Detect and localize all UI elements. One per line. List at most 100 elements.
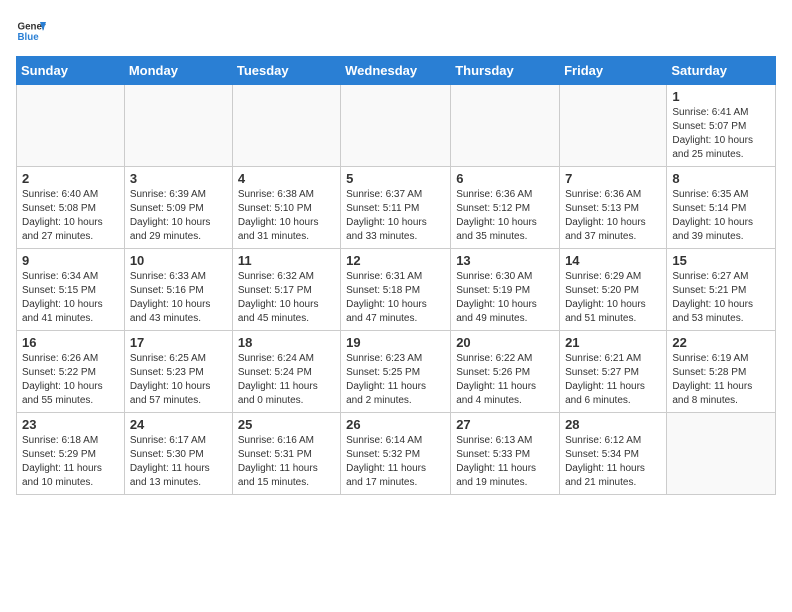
day-info: Sunrise: 6:34 AM Sunset: 5:15 PM Dayligh… [22, 270, 119, 326]
day-number: 19 [346, 335, 445, 350]
weekday-header-monday: Monday [124, 57, 232, 85]
day-cell: 19 Sunrise: 6:23 AM Sunset: 5:25 PM Dayli… [341, 331, 451, 413]
day-number: 15 [672, 253, 770, 268]
weekday-header-friday: Friday [560, 57, 667, 85]
day-number: 18 [238, 335, 335, 350]
day-cell: 14 Sunrise: 6:29 AM Sunset: 5:20 PM Dayli… [560, 249, 667, 331]
weekday-header-thursday: Thursday [451, 57, 560, 85]
weekday-header-sunday: Sunday [17, 57, 125, 85]
day-number: 8 [672, 171, 770, 186]
weekday-header-tuesday: Tuesday [232, 57, 340, 85]
day-info: Sunrise: 6:25 AM Sunset: 5:23 PM Dayligh… [130, 352, 227, 408]
day-number: 25 [238, 417, 335, 432]
day-number: 24 [130, 417, 227, 432]
day-info: Sunrise: 6:29 AM Sunset: 5:20 PM Dayligh… [565, 270, 661, 326]
week-row-3: 9 Sunrise: 6:34 AM Sunset: 5:15 PM Daylig… [17, 249, 776, 331]
day-info: Sunrise: 6:12 AM Sunset: 5:34 PM Dayligh… [565, 434, 661, 490]
weekday-header-row: SundayMondayTuesdayWednesdayThursdayFrid… [17, 57, 776, 85]
week-row-2: 2Sunrise: 6:40 AM Sunset: 5:08 PM Daylig… [17, 167, 776, 249]
day-number: 22 [672, 335, 770, 350]
day-cell: 2Sunrise: 6:40 AM Sunset: 5:08 PM Daylig… [17, 167, 125, 249]
day-info: Sunrise: 6:21 AM Sunset: 5:27 PM Dayligh… [565, 352, 661, 408]
day-cell: 21 Sunrise: 6:21 AM Sunset: 5:27 PM Dayli… [560, 331, 667, 413]
day-number: 6 [456, 171, 554, 186]
day-cell: 28Sunrise: 6:12 AM Sunset: 5:34 PM Dayli… [560, 413, 667, 495]
day-cell: 18 Sunrise: 6:24 AM Sunset: 5:24 PM Dayli… [232, 331, 340, 413]
day-number: 26 [346, 417, 445, 432]
day-info: Sunrise: 6:17 AM Sunset: 5:30 PM Dayligh… [130, 434, 227, 490]
day-number: 11 [238, 253, 335, 268]
day-cell: 27 Sunrise: 6:13 AM Sunset: 5:33 PM Dayli… [451, 413, 560, 495]
weekday-header-wednesday: Wednesday [341, 57, 451, 85]
day-number: 7 [565, 171, 661, 186]
day-info: Sunrise: 6:35 AM Sunset: 5:14 PM Dayligh… [672, 188, 770, 244]
week-row-5: 23 Sunrise: 6:18 AM Sunset: 5:29 PM Dayli… [17, 413, 776, 495]
day-cell: 8 Sunrise: 6:35 AM Sunset: 5:14 PM Daylig… [667, 167, 776, 249]
day-cell: 9 Sunrise: 6:34 AM Sunset: 5:15 PM Daylig… [17, 249, 125, 331]
day-cell: 12 Sunrise: 6:31 AM Sunset: 5:18 PM Dayli… [341, 249, 451, 331]
day-cell [341, 85, 451, 167]
day-number: 5 [346, 171, 445, 186]
day-cell: 26 Sunrise: 6:14 AM Sunset: 5:32 PM Dayli… [341, 413, 451, 495]
week-row-1: 1 Sunrise: 6:41 AM Sunset: 5:07 PM Daylig… [17, 85, 776, 167]
day-info: Sunrise: 6:37 AM Sunset: 5:11 PM Dayligh… [346, 188, 445, 244]
day-info: Sunrise: 6:36 AM Sunset: 5:13 PM Dayligh… [565, 188, 661, 244]
day-number: 16 [22, 335, 119, 350]
day-cell: 23 Sunrise: 6:18 AM Sunset: 5:29 PM Dayli… [17, 413, 125, 495]
logo-icon: General Blue [16, 16, 46, 46]
day-info: Sunrise: 6:14 AM Sunset: 5:32 PM Dayligh… [346, 434, 445, 490]
day-number: 27 [456, 417, 554, 432]
day-cell [560, 85, 667, 167]
day-cell [667, 413, 776, 495]
day-number: 4 [238, 171, 335, 186]
day-number: 14 [565, 253, 661, 268]
day-cell: 25Sunrise: 6:16 AM Sunset: 5:31 PM Dayli… [232, 413, 340, 495]
day-number: 23 [22, 417, 119, 432]
day-info: Sunrise: 6:27 AM Sunset: 5:21 PM Dayligh… [672, 270, 770, 326]
day-cell [232, 85, 340, 167]
day-cell: 7 Sunrise: 6:36 AM Sunset: 5:13 PM Daylig… [560, 167, 667, 249]
day-info: Sunrise: 6:41 AM Sunset: 5:07 PM Dayligh… [672, 106, 770, 162]
day-info: Sunrise: 6:18 AM Sunset: 5:29 PM Dayligh… [22, 434, 119, 490]
day-info: Sunrise: 6:30 AM Sunset: 5:19 PM Dayligh… [456, 270, 554, 326]
day-cell [17, 85, 125, 167]
day-cell: 5 Sunrise: 6:37 AM Sunset: 5:11 PM Daylig… [341, 167, 451, 249]
header: General Blue [16, 16, 776, 46]
day-info: Sunrise: 6:31 AM Sunset: 5:18 PM Dayligh… [346, 270, 445, 326]
logo: General Blue [16, 16, 46, 46]
day-number: 3 [130, 171, 227, 186]
day-cell: 16Sunrise: 6:26 AM Sunset: 5:22 PM Dayli… [17, 331, 125, 413]
day-number: 13 [456, 253, 554, 268]
day-number: 2 [22, 171, 119, 186]
day-cell: 3 Sunrise: 6:39 AM Sunset: 5:09 PM Daylig… [124, 167, 232, 249]
day-info: Sunrise: 6:33 AM Sunset: 5:16 PM Dayligh… [130, 270, 227, 326]
day-number: 20 [456, 335, 554, 350]
day-cell: 10 Sunrise: 6:33 AM Sunset: 5:16 PM Dayli… [124, 249, 232, 331]
day-cell: 17 Sunrise: 6:25 AM Sunset: 5:23 PM Dayli… [124, 331, 232, 413]
day-info: Sunrise: 6:38 AM Sunset: 5:10 PM Dayligh… [238, 188, 335, 244]
day-cell: 1 Sunrise: 6:41 AM Sunset: 5:07 PM Daylig… [667, 85, 776, 167]
day-cell [124, 85, 232, 167]
week-row-4: 16Sunrise: 6:26 AM Sunset: 5:22 PM Dayli… [17, 331, 776, 413]
day-number: 17 [130, 335, 227, 350]
svg-text:Blue: Blue [18, 32, 40, 43]
day-number: 1 [672, 89, 770, 104]
day-cell: 11Sunrise: 6:32 AM Sunset: 5:17 PM Dayli… [232, 249, 340, 331]
day-cell: 6 Sunrise: 6:36 AM Sunset: 5:12 PM Daylig… [451, 167, 560, 249]
day-cell: 20Sunrise: 6:22 AM Sunset: 5:26 PM Dayli… [451, 331, 560, 413]
day-cell: 22Sunrise: 6:19 AM Sunset: 5:28 PM Dayli… [667, 331, 776, 413]
day-cell: 24 Sunrise: 6:17 AM Sunset: 5:30 PM Dayli… [124, 413, 232, 495]
weekday-header-saturday: Saturday [667, 57, 776, 85]
day-number: 9 [22, 253, 119, 268]
day-info: Sunrise: 6:13 AM Sunset: 5:33 PM Dayligh… [456, 434, 554, 490]
day-cell: 4 Sunrise: 6:38 AM Sunset: 5:10 PM Daylig… [232, 167, 340, 249]
day-info: Sunrise: 6:23 AM Sunset: 5:25 PM Dayligh… [346, 352, 445, 408]
day-number: 12 [346, 253, 445, 268]
day-cell [451, 85, 560, 167]
day-info: Sunrise: 6:39 AM Sunset: 5:09 PM Dayligh… [130, 188, 227, 244]
day-info: Sunrise: 6:24 AM Sunset: 5:24 PM Dayligh… [238, 352, 335, 408]
day-number: 21 [565, 335, 661, 350]
day-cell: 13 Sunrise: 6:30 AM Sunset: 5:19 PM Dayli… [451, 249, 560, 331]
day-number: 10 [130, 253, 227, 268]
day-info: Sunrise: 6:36 AM Sunset: 5:12 PM Dayligh… [456, 188, 554, 244]
